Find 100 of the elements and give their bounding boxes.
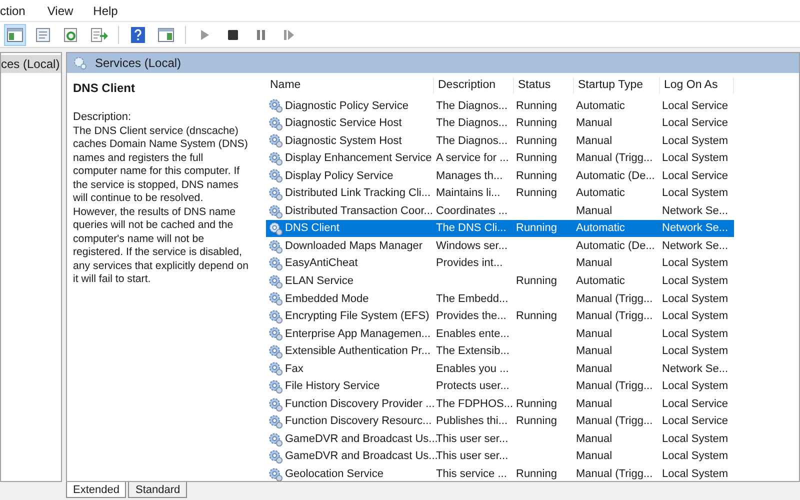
gear-icon: [268, 204, 283, 219]
table-cell-text: Manual (Trigg...: [576, 292, 653, 307]
gear-icon: [268, 432, 283, 447]
table-cell-text: Diagnostic System Host: [285, 134, 402, 149]
table-cell-text: Manual (Trigg...: [576, 414, 653, 430]
gear-icon: [268, 98, 283, 114]
table-cell-text: Running: [516, 274, 557, 289]
table-row[interactable]: Encrypting File System (EFS) Provides the... Running Manual (Trigg... Local System: [266, 308, 734, 326]
table-row[interactable]: Diagnostic System Host The Diagnos... Running Manual Local System: [266, 132, 734, 150]
description-label: Description:: [73, 111, 132, 124]
table-cell-text: Local System: [662, 344, 728, 360]
refresh-icon: [63, 26, 79, 42]
table-row[interactable]: Fax Enables you ... Manual Network Se...: [266, 360, 734, 378]
stop-icon: [228, 30, 238, 40]
view-tab[interactable]: Extended: [66, 482, 126, 498]
table-row[interactable]: Geolocation Service This service ... Running Manual (Trigg... Local System: [266, 465, 734, 484]
resume-icon: [284, 30, 294, 40]
table-row[interactable]: EasyAntiCheat Provides int... Manual Local System: [266, 254, 734, 272]
gear-icon: [268, 414, 283, 430]
table-row[interactable]: Function Discovery Resourc... Publishes thi... Running Manual (Trigg... Local Service: [266, 412, 734, 430]
table-cell-text: Local Service: [662, 98, 728, 114]
table-cell-text: GameDVR and Broadcast Us...: [285, 432, 438, 447]
table-cell-text: ELAN Service: [285, 274, 354, 289]
table-cell-text: Automatic (De...: [576, 238, 655, 254]
table-row[interactable]: Function Discovery Provider ...The FDPHOS... Running Manual Local Service: [266, 395, 734, 413]
table-row[interactable]: GameDVR and Broadcast Us...This user ser... Manual Local System: [266, 448, 734, 466]
table-cell-text: Geolocation Service: [285, 467, 384, 482]
table-cell-text: Running: [516, 396, 557, 412]
table-cell-text: Network Se...: [662, 221, 728, 236]
table-cell-text: Protects user...: [436, 379, 510, 394]
gear-icon: [268, 344, 283, 359]
table-cell-text: Local System: [662, 309, 728, 324]
table-cell-text: Display Policy Service: [285, 168, 394, 184]
gear-icon: [268, 256, 283, 272]
menu-item[interactable]: ction: [0, 2, 38, 20]
table-cell-text: Enables ente...: [436, 326, 510, 342]
column-header[interactable]: Startup Type: [574, 76, 660, 94]
menu-item[interactable]: Help: [83, 2, 128, 20]
table-cell-text: Running: [516, 151, 557, 166]
table-cell-text: Manual: [576, 116, 612, 132]
table-cell-text: Local System: [662, 379, 728, 394]
table-cell-text: This user ser...: [436, 449, 508, 464]
service-title: DNS Client: [73, 80, 136, 97]
help-icon: [131, 26, 145, 42]
table-cell-text: Manual: [576, 204, 612, 219]
table-row[interactable]: File History Service Protects user... Manual (Trigg... Local System: [266, 378, 734, 396]
table-row[interactable]: Diagnostic Policy Service The Diagnos... Running Automatic Local Service: [266, 97, 734, 115]
table-cell-text: Function Discovery Provider ...: [285, 396, 435, 412]
table-cell-text: Local System: [662, 151, 728, 166]
table-cell-text: Fax: [285, 362, 304, 377]
console-tree-icon: [7, 28, 23, 42]
table-cell-text: GameDVR and Broadcast Us...: [285, 449, 438, 464]
service-description: The DNS Client service (dnscache) caches Domain Name System (DNS) names and registers the full computer name for this computer. If the service is stopped, DNS names will continue to be resolved. However, the results of DNS name queries will not be cached and the computer's name will not be registered. If the service is disabled, any services that explicitly depend on it will fail to start.: [73, 124, 250, 286]
table-cell-text: Running: [516, 116, 557, 132]
table-cell-text: Local System: [662, 432, 728, 447]
table-row[interactable]: Distributed Transaction Coor... Coordinates ... Manual Network Se...: [266, 202, 734, 220]
table-cell-text: Running: [516, 186, 557, 202]
table-cell-text: Manual: [576, 256, 612, 272]
table-row[interactable]: Extensible Authentication Pr... The Extensib... Manual Local System: [266, 342, 734, 360]
table-row[interactable]: Display Enhancement Service A service for ... Running Manual (Trigg... Local System: [266, 150, 734, 168]
table-row[interactable]: GameDVR and Broadcast Us...This user ser... Manual Local System: [266, 430, 734, 448]
table-cell-text: Running: [516, 467, 557, 482]
table-cell-text: Manual (Trigg...: [576, 467, 653, 482]
table-cell-text: The Diagnos...: [436, 134, 508, 149]
column-header[interactable]: Description: [434, 76, 514, 94]
gear-icon: [268, 449, 283, 464]
table-cell-text: Running: [516, 168, 557, 184]
table-row[interactable]: Diagnostic Service Host The Diagnos... Running Manual Local Service: [266, 114, 734, 132]
table-cell-text: The Diagnos...: [436, 98, 508, 114]
table-cell-text: Network Se...: [662, 362, 728, 377]
table-row[interactable]: Enterprise App Managemen... Enables ente... Manual Local System: [266, 325, 734, 343]
table-cell-text: Local System: [662, 256, 728, 272]
table-cell-text: Local System: [662, 134, 728, 149]
table-cell-text: Manual: [576, 326, 612, 342]
table-cell-text: Local Service: [662, 168, 728, 184]
column-header[interactable]: Status: [514, 76, 574, 94]
play-icon: [201, 30, 209, 40]
table-cell-text: Coordinates ...: [436, 204, 508, 219]
table-row[interactable]: DNS Client The DNS Cli... Running Automatic Network Se...: [266, 220, 734, 238]
tree-item[interactable]: ces (Local): [1, 55, 61, 73]
table-row[interactable]: ELAN Service Running Automatic Local System: [266, 272, 734, 290]
table-cell-text: Function Discovery Resourc...: [285, 414, 432, 430]
gear-icon: [268, 326, 283, 342]
table-cell-text: Maintains li...: [436, 186, 500, 202]
table-cell-text: EasyAntiCheat: [285, 256, 358, 272]
table-cell-text: Manual: [576, 134, 612, 149]
table-row[interactable]: Downloaded Maps Manager Windows ser... Automatic (De... Network Se...: [266, 237, 734, 255]
table-row[interactable]: Display Policy Service Manages th... Running Automatic (De... Local Service: [266, 167, 734, 185]
view-tab[interactable]: Standard: [128, 482, 188, 498]
properties-icon: [35, 26, 51, 42]
gear-icon: [268, 186, 283, 201]
table-row[interactable]: Distributed Link Tracking Cli... Maintains li... Running Automatic Local System: [266, 184, 734, 202]
column-header[interactable]: Log On As: [660, 76, 734, 94]
table-cell-text: Automatic: [576, 221, 625, 236]
gear-icon: [268, 361, 283, 376]
window-icon: [158, 28, 174, 42]
table-cell-text: Local Service: [662, 414, 728, 430]
column-header[interactable]: Name: [266, 76, 434, 94]
table-row[interactable]: Embedded Mode The Embedd... Manual (Trigg... Local System: [266, 290, 734, 308]
menu-item[interactable]: View: [37, 2, 84, 20]
